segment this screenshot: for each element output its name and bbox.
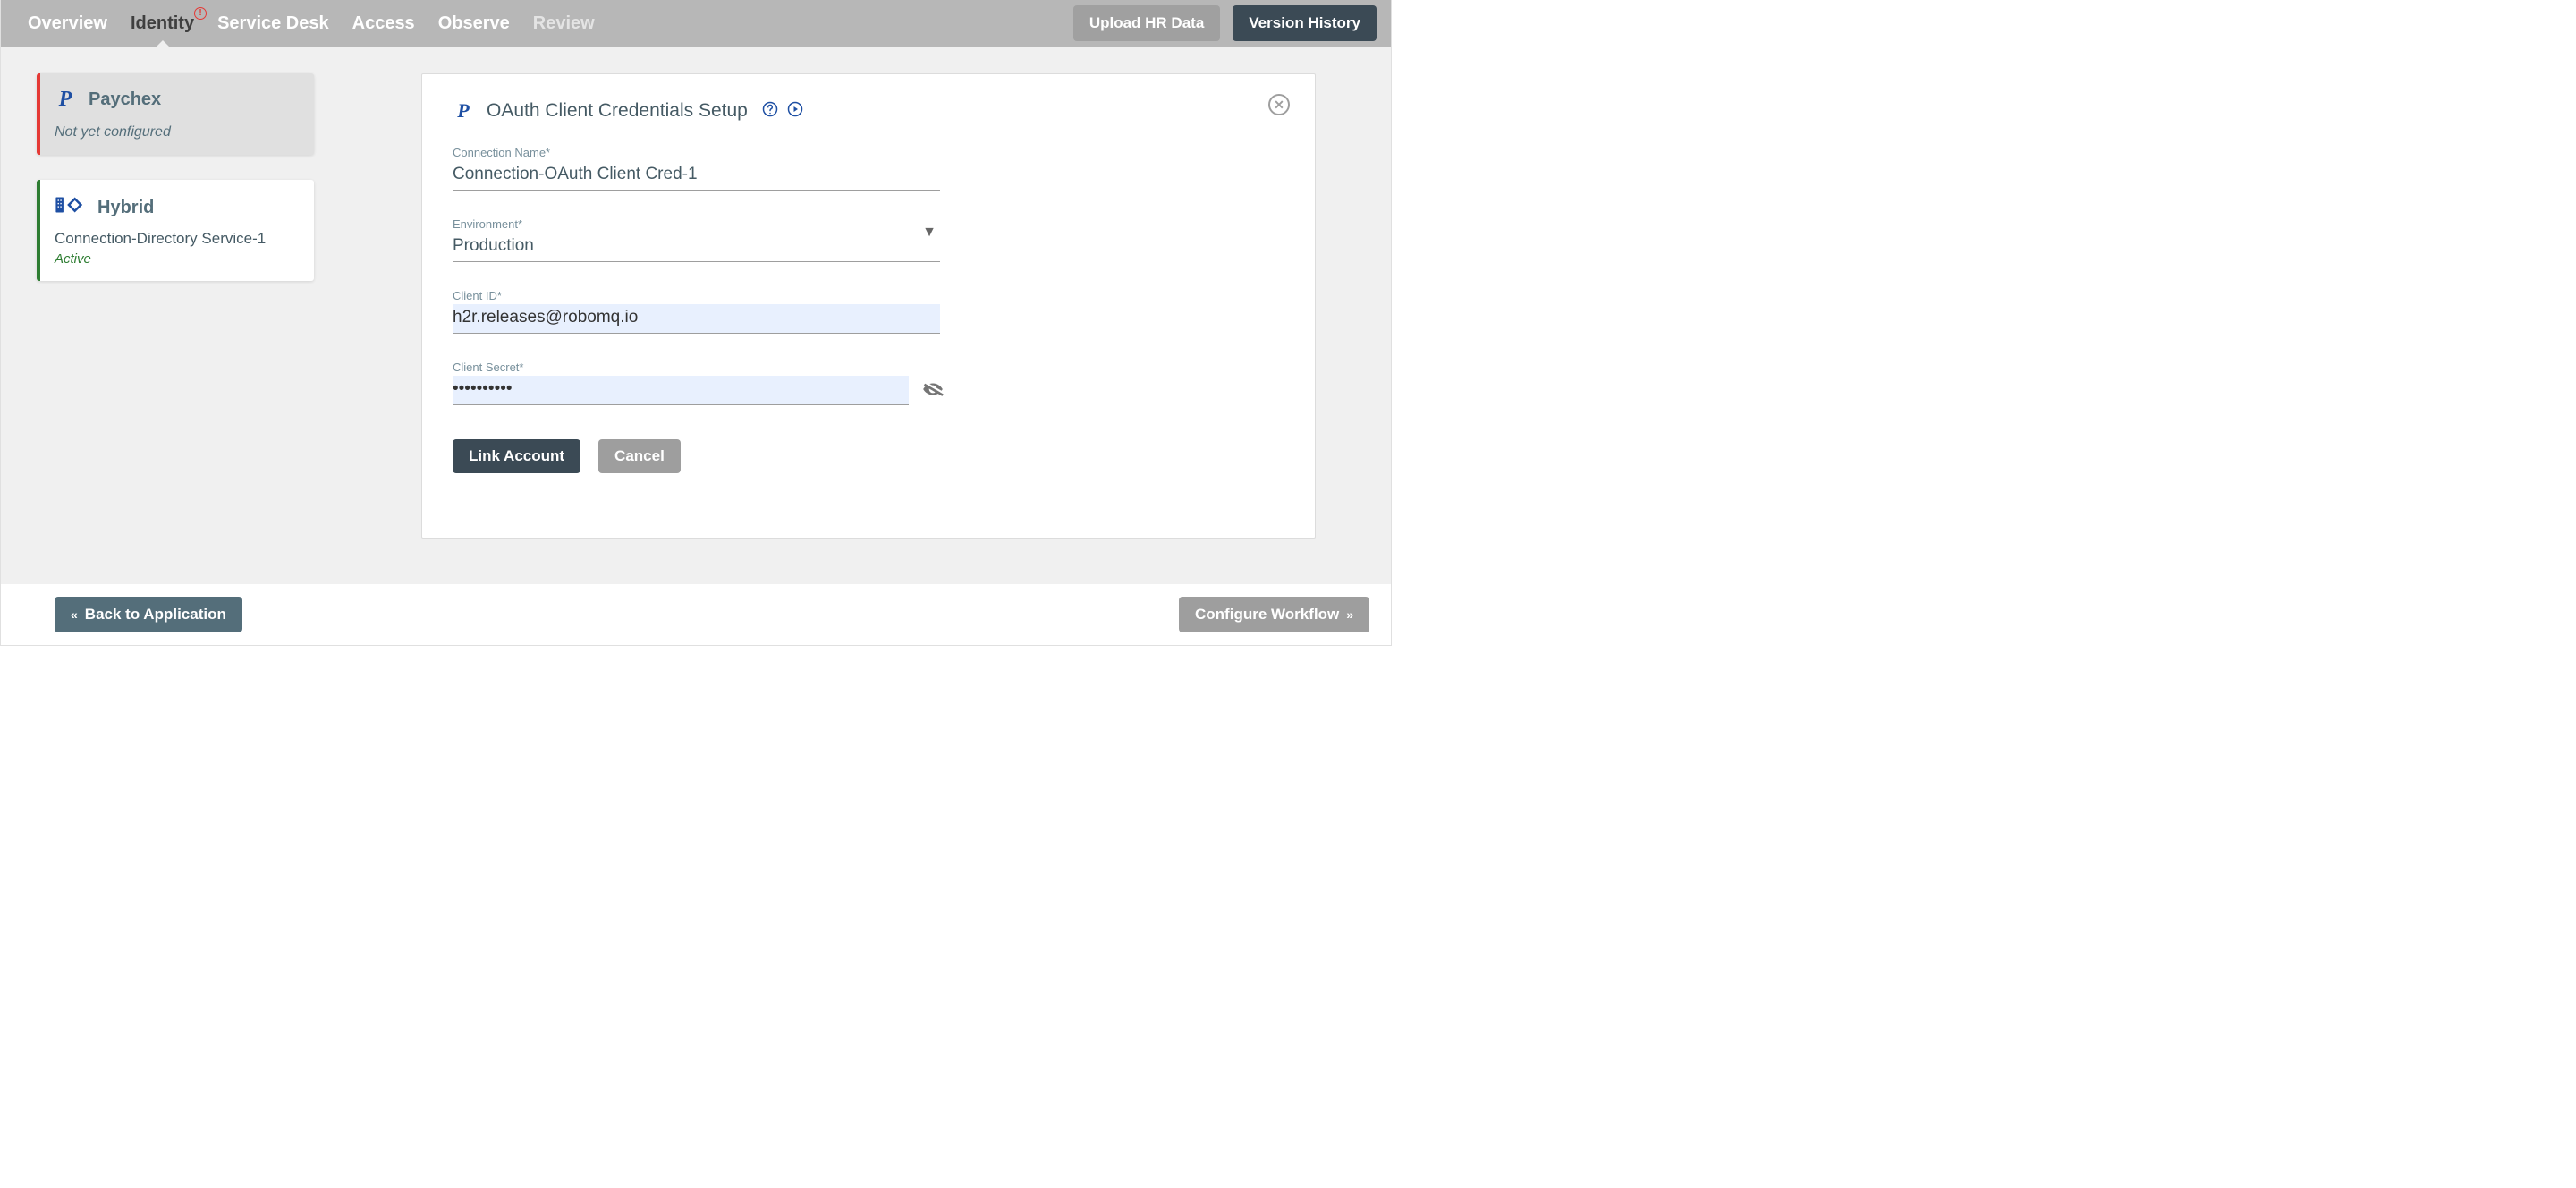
- field-label: Client Secret*: [453, 361, 909, 374]
- close-icon[interactable]: ✕: [1268, 94, 1290, 115]
- connection-name-input[interactable]: [453, 161, 940, 191]
- card-status: Not yet configured: [55, 124, 300, 140]
- visibility-off-icon[interactable]: [921, 378, 945, 405]
- button-label: Upload HR Data: [1089, 14, 1204, 32]
- field-label: Connection Name*: [453, 146, 940, 159]
- tab-service-desk[interactable]: Service Desk: [217, 0, 329, 47]
- field-client-secret: Client Secret*: [453, 361, 909, 405]
- card-title: Paychex: [89, 89, 161, 110]
- client-secret-input[interactable]: [453, 376, 909, 405]
- chevron-left-icon: «: [71, 608, 78, 621]
- card-connection: Connection-Directory Service-1: [55, 230, 300, 248]
- paychex-icon: P: [453, 99, 474, 123]
- field-label: Environment*: [453, 217, 940, 231]
- panel-actions: Link Account Cancel: [453, 439, 1284, 473]
- panel-title: OAuth Client Credentials Setup: [487, 100, 748, 122]
- tab-label: Access: [352, 13, 415, 34]
- environment-select[interactable]: [453, 233, 940, 262]
- tab-review: Review: [533, 0, 595, 47]
- sidebar: P Paychex Not yet configured: [37, 73, 314, 566]
- hybrid-icon: [55, 194, 85, 221]
- help-icon[interactable]: [762, 101, 778, 122]
- top-nav: Overview Identity ! Service Desk Access …: [1, 0, 1391, 47]
- play-icon[interactable]: [787, 101, 803, 122]
- tab-label: Identity: [131, 13, 194, 34]
- field-client-id: Client ID*: [453, 289, 940, 334]
- back-to-application-button[interactable]: « Back to Application: [55, 597, 242, 632]
- panel-header: P OAuth Client Credentials Setup: [453, 99, 1284, 123]
- field-client-secret-row: Client Secret*: [453, 361, 940, 405]
- cancel-button[interactable]: Cancel: [598, 439, 681, 473]
- paychex-icon: P: [55, 88, 76, 112]
- chevron-right-icon: »: [1346, 608, 1353, 621]
- top-actions: Upload HR Data Version History: [1073, 5, 1377, 41]
- card-status: Active: [55, 251, 300, 267]
- card-title: Hybrid: [97, 198, 154, 218]
- upload-hr-data-button[interactable]: Upload HR Data: [1073, 5, 1220, 41]
- sidebar-card-paychex[interactable]: P Paychex Not yet configured: [37, 73, 314, 155]
- client-id-input[interactable]: [453, 304, 940, 334]
- version-history-button[interactable]: Version History: [1233, 5, 1377, 41]
- tab-list: Overview Identity ! Service Desk Access …: [28, 0, 1073, 47]
- configure-workflow-button[interactable]: Configure Workflow »: [1179, 597, 1369, 632]
- tab-label: Service Desk: [217, 13, 329, 34]
- tab-overview[interactable]: Overview: [28, 0, 107, 47]
- tab-label: Observe: [438, 13, 510, 34]
- tab-access[interactable]: Access: [352, 0, 415, 47]
- card-header: P Paychex: [55, 88, 300, 112]
- field-environment: Environment* ▼: [453, 217, 940, 262]
- oauth-form: Connection Name* Environment* ▼ Client I…: [453, 146, 940, 405]
- button-label: Configure Workflow: [1195, 606, 1339, 624]
- tab-identity[interactable]: Identity !: [131, 0, 194, 47]
- button-label: Version History: [1249, 14, 1360, 32]
- alert-icon: !: [194, 7, 207, 20]
- tab-observe[interactable]: Observe: [438, 0, 510, 47]
- field-label: Client ID*: [453, 289, 940, 302]
- tab-label: Review: [533, 13, 595, 34]
- tab-label: Overview: [28, 13, 107, 34]
- field-connection-name: Connection Name*: [453, 146, 940, 191]
- link-account-button[interactable]: Link Account: [453, 439, 580, 473]
- card-header: Hybrid: [55, 194, 300, 221]
- oauth-panel: P OAuth Client Credentials Setup: [421, 73, 1316, 539]
- footer: « Back to Application Configure Workflow…: [1, 584, 1391, 645]
- button-label: Cancel: [614, 447, 665, 465]
- sidebar-card-hybrid[interactable]: Hybrid Connection-Directory Service-1 Ac…: [37, 180, 314, 281]
- button-label: Link Account: [469, 447, 564, 465]
- button-label: Back to Application: [85, 606, 226, 624]
